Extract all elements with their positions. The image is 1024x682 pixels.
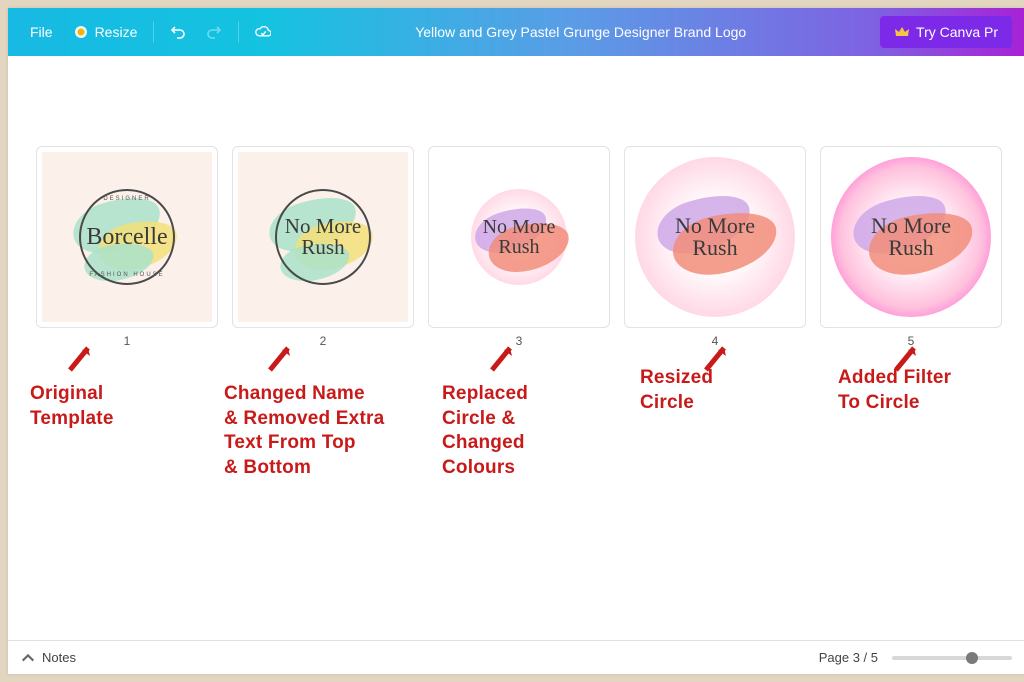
thumbnail-item: No More Rush 5 [820,146,1002,348]
annotation-text-2: Changed Name & Removed Extra Text From T… [224,382,384,481]
logo-bottom-label: FASHION HOUSE [89,272,164,278]
cloud-check-icon [255,24,271,40]
logo-script-text: No More Rush [871,215,951,259]
cloud-sync-button[interactable] [245,18,281,46]
thumbnail-strip: DESIGNER Borcelle FASHION HOUSE 1 [36,146,1002,348]
zoom-slider[interactable] [892,656,1012,660]
file-menu-button[interactable]: File [20,18,63,46]
thumbnail-number: 2 [320,334,327,348]
redo-button[interactable] [196,18,232,46]
annotation-text-1: Original Template [30,382,114,431]
annotation-text-3: Replaced Circle & Changed Colours [442,382,528,481]
crown-icon [894,24,910,40]
notes-label: Notes [42,650,76,665]
logo-script-text: No More Rush [483,217,556,257]
file-menu-label: File [30,24,53,40]
logo-preview: No More Rush [434,152,604,322]
logo-script-text: No More Rush [675,215,755,259]
undo-icon [170,24,186,40]
logo-top-label: DESIGNER [103,196,150,202]
bottom-bar: Notes Page 3 / 5 [8,640,1024,674]
thumbnail-item: No More Rush 3 [428,146,610,348]
chevron-up-icon [20,650,36,666]
resize-icon [73,24,89,40]
redo-icon [206,24,222,40]
header-bar: File Resize Yellow and Grey Pastel Grung… [8,8,1024,56]
thumbnail-item: No More Rush 4 [624,146,806,348]
resize-button[interactable]: Resize [63,18,148,46]
undo-button[interactable] [160,18,196,46]
thumbnail-item: No More Rush 2 [232,146,414,348]
logo-preview: No More Rush [238,152,408,322]
annotation-text-4: Resized Circle [640,366,713,415]
logo-preview: No More Rush [826,152,996,322]
page-indicator[interactable]: Page 3 / 5 [819,650,878,665]
header-separator [153,21,154,43]
document-title[interactable]: Yellow and Grey Pastel Grunge Designer B… [281,24,880,40]
app-frame: File Resize Yellow and Grey Pastel Grung… [8,8,1024,674]
annotation-text-5: Added Filter To Circle [838,366,951,415]
logo-script-text: Borcelle [86,225,167,249]
logo-preview: No More Rush [630,152,800,322]
resize-label: Resize [95,24,138,40]
zoom-slider-knob[interactable] [966,652,978,664]
thumbnail-card-1[interactable]: DESIGNER Borcelle FASHION HOUSE [36,146,218,328]
thumbnail-card-5[interactable]: No More Rush [820,146,1002,328]
thumbnail-number: 1 [124,334,131,348]
notes-button[interactable]: Notes [20,650,76,666]
logo-script-text: No More Rush [285,216,361,258]
try-pro-button[interactable]: Try Canva Pr [880,16,1012,48]
logo-preview: DESIGNER Borcelle FASHION HOUSE [42,152,212,322]
try-pro-label: Try Canva Pr [916,24,998,40]
thumbnail-card-3[interactable]: No More Rush [428,146,610,328]
thumbnail-item: DESIGNER Borcelle FASHION HOUSE 1 [36,146,218,348]
header-separator-2 [238,21,239,43]
thumbnail-card-2[interactable]: No More Rush [232,146,414,328]
thumbnail-number: 5 [908,334,915,348]
thumbnail-card-4[interactable]: No More Rush [624,146,806,328]
thumbnail-number: 3 [516,334,523,348]
canvas-area: DESIGNER Borcelle FASHION HOUSE 1 [8,56,1024,640]
thumbnail-number: 4 [712,334,719,348]
